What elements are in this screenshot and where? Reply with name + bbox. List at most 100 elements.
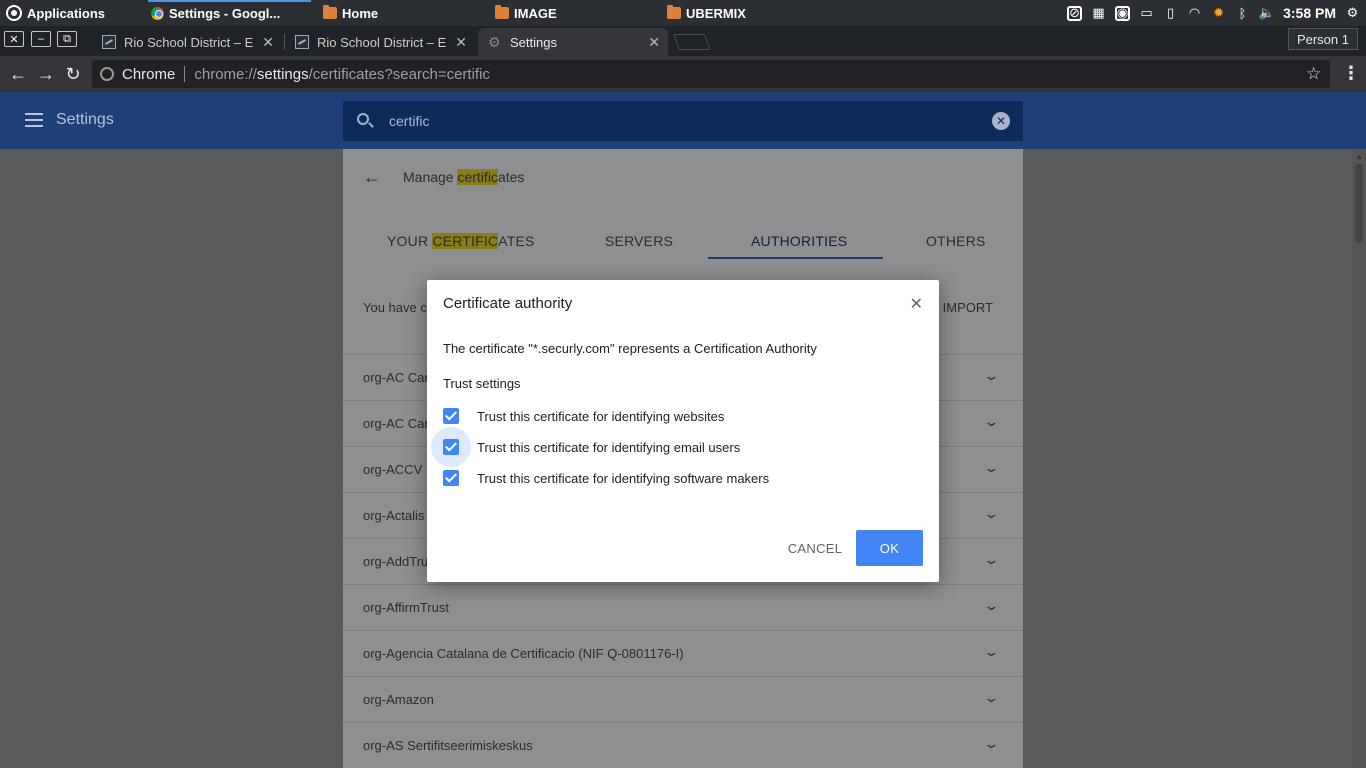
bookmark-star-icon[interactable]: ☆ — [1306, 64, 1321, 84]
expand-chevron-icon[interactable]: ⌄ — [983, 598, 999, 614]
tab-settings[interactable]: ⚙ Settings ✕ — [478, 28, 668, 56]
ok-button[interactable]: OK — [856, 530, 923, 566]
authority-row[interactable]: org-AffirmTrust ⌄ — [343, 584, 1023, 630]
trust-websites-checkbox[interactable] — [443, 408, 459, 424]
authority-name: org-Actalis — [363, 508, 425, 523]
tab-close-icon[interactable]: ✕ — [455, 34, 467, 51]
tab-rio-school-2[interactable]: Rio School District – E ✕ — [285, 28, 475, 56]
taskbar-label: UBERMIX — [686, 5, 746, 21]
taskbar-item-ubermix[interactable]: UBERMIX — [667, 0, 746, 26]
power-gear-icon[interactable]: ⚙ — [1345, 5, 1360, 21]
tab-authorities[interactable]: AUTHORITIES — [751, 233, 847, 249]
applications-menu[interactable]: Applications — [6, 0, 105, 26]
reload-icon[interactable]: ↻ — [63, 64, 83, 84]
chrome-menu-icon[interactable]: ⋮ — [1342, 63, 1360, 84]
battery-icon[interactable]: ▯ — [1163, 5, 1178, 21]
settings-gear-icon: ⚙ — [488, 34, 501, 50]
authority-row[interactable]: org-Amazon ⌄ — [343, 676, 1023, 722]
settings-search-input[interactable]: certific ✕ — [343, 101, 1023, 141]
window-minimize-button[interactable]: – — [31, 31, 51, 47]
back-arrow-icon[interactable]: ← — [363, 167, 381, 188]
expand-chevron-icon[interactable]: ⌄ — [983, 414, 999, 430]
display-off-icon[interactable]: ⊘ — [1067, 5, 1083, 21]
authority-name: org-Agencia Catalana de Certificacio (NI… — [363, 646, 684, 661]
trust-settings-heading: Trust settings — [443, 376, 521, 391]
authority-name: org-AC Cam — [363, 416, 436, 431]
option-label: Trust this certificate for identifying w… — [477, 408, 725, 424]
tab-servers[interactable]: SERVERS — [605, 233, 673, 249]
tab-close-icon[interactable]: ✕ — [648, 34, 660, 51]
dialog-description: The certificate "*.securly.com" represen… — [443, 341, 817, 356]
window-close-button[interactable]: ✕ — [4, 31, 24, 47]
page-title: Manage certificates — [403, 169, 524, 185]
tab-title: Rio School District – E — [317, 34, 447, 50]
tab-label-prefix: YOUR — [387, 233, 433, 249]
settings-header: Settings certific ✕ — [0, 92, 1366, 149]
search-highlight: certific — [457, 169, 498, 185]
authority-name: org-AffirmTrust — [363, 600, 449, 615]
authority-name: org-AddTru — [363, 554, 429, 569]
scrollbar-thumb[interactable] — [1355, 163, 1363, 243]
screenshot-icon[interactable]: ◉ — [1115, 5, 1131, 21]
profile-button[interactable]: Person 1 — [1287, 28, 1358, 50]
monitor-icon[interactable]: ▭ — [1139, 5, 1154, 21]
authority-name: org-AC Cam — [363, 370, 436, 385]
close-icon[interactable]: ✕ — [910, 294, 923, 314]
grid-icon[interactable]: ▦ — [1091, 5, 1106, 21]
expand-chevron-icon[interactable]: ⌄ — [983, 736, 999, 752]
clock[interactable]: 3:58 PM — [1283, 5, 1336, 21]
volume-icon[interactable]: 🔈 — [1258, 5, 1274, 21]
brightness-icon[interactable]: ✹ — [1211, 5, 1226, 21]
system-tray: ⊘ ▦ ◉ ▭ ▯ ◠ ✹ ᛒ 🔈 3:58 PM ⚙ — [1067, 0, 1366, 26]
window-restore-button[interactable]: ⧉ — [57, 31, 77, 47]
chrome-page-icon — [100, 67, 114, 81]
expand-chevron-icon[interactable]: ⌄ — [983, 368, 999, 384]
authority-row[interactable]: org-AS Sertifitseerimiskeskus ⌄ — [343, 722, 1023, 768]
tab-others[interactable]: OTHERS — [926, 233, 986, 249]
taskbar-item-image[interactable]: IMAGE — [495, 0, 557, 26]
omnibox-divider — [184, 66, 186, 82]
search-icon — [357, 113, 369, 125]
trust-email-option[interactable]: Trust this certificate for identifying e… — [431, 427, 740, 467]
folder-icon — [495, 5, 509, 19]
dialog-title: Certificate authority — [443, 295, 573, 312]
focus-ripple — [431, 427, 471, 467]
bluetooth-icon[interactable]: ᛒ — [1235, 6, 1250, 21]
active-tab-indicator — [708, 257, 883, 259]
hamburger-menu-icon[interactable] — [25, 113, 43, 127]
tab-your-certificates[interactable]: YOUR CERTIFICATES — [387, 233, 535, 249]
trust-websites-option[interactable]: Trust this certificate for identifying w… — [443, 406, 724, 426]
wifi-icon[interactable]: ◠ — [1187, 5, 1202, 21]
scroll-up-icon[interactable]: ▲ — [1355, 152, 1363, 161]
trust-software-option[interactable]: Trust this certificate for identifying s… — [443, 468, 769, 488]
import-button[interactable]: IMPORT — [943, 300, 993, 315]
expand-chevron-icon[interactable]: ⌄ — [983, 690, 999, 706]
cancel-button[interactable]: CANCEL — [779, 530, 851, 566]
browser-toolbar: ← → ↻ Chrome chrome://settings/certifica… — [0, 56, 1366, 92]
taskbar-item-chrome[interactable]: Settings - Googl... — [151, 0, 280, 26]
url-scheme: chrome:// — [194, 65, 257, 83]
authority-name: org-Amazon — [363, 692, 434, 707]
tab-rio-school-1[interactable]: Rio School District – E ✕ — [92, 28, 282, 56]
trust-email-checkbox[interactable] — [431, 427, 471, 467]
clear-search-icon[interactable]: ✕ — [992, 112, 1010, 130]
authority-row[interactable]: org-Agencia Catalana de Certificacio (NI… — [343, 630, 1023, 676]
option-label: Trust this certificate for identifying s… — [477, 470, 770, 486]
tab-close-icon[interactable]: ✕ — [262, 34, 274, 51]
new-tab-button[interactable] — [673, 34, 711, 50]
address-bar[interactable]: Chrome chrome://settings/certificates?se… — [92, 60, 1330, 88]
back-arrow-icon[interactable]: ← — [8, 64, 28, 84]
certificate-authority-dialog: Certificate authority ✕ The certificate … — [427, 280, 939, 582]
page-title-prefix: Manage — [403, 169, 458, 185]
trust-software-checkbox[interactable] — [443, 470, 459, 486]
expand-chevron-icon[interactable]: ⌄ — [983, 506, 999, 522]
expand-chevron-icon[interactable]: ⌄ — [983, 552, 999, 568]
expand-chevron-icon[interactable]: ⌄ — [983, 460, 999, 476]
search-value: certific — [389, 113, 430, 129]
taskbar-item-home[interactable]: Home — [323, 0, 378, 26]
authority-name: org-AS Sertifitseerimiskeskus — [363, 738, 533, 753]
folder-icon — [323, 5, 337, 19]
forward-arrow-icon[interactable]: → — [36, 64, 56, 84]
taskbar-label: Home — [342, 5, 379, 21]
expand-chevron-icon[interactable]: ⌄ — [983, 644, 999, 660]
